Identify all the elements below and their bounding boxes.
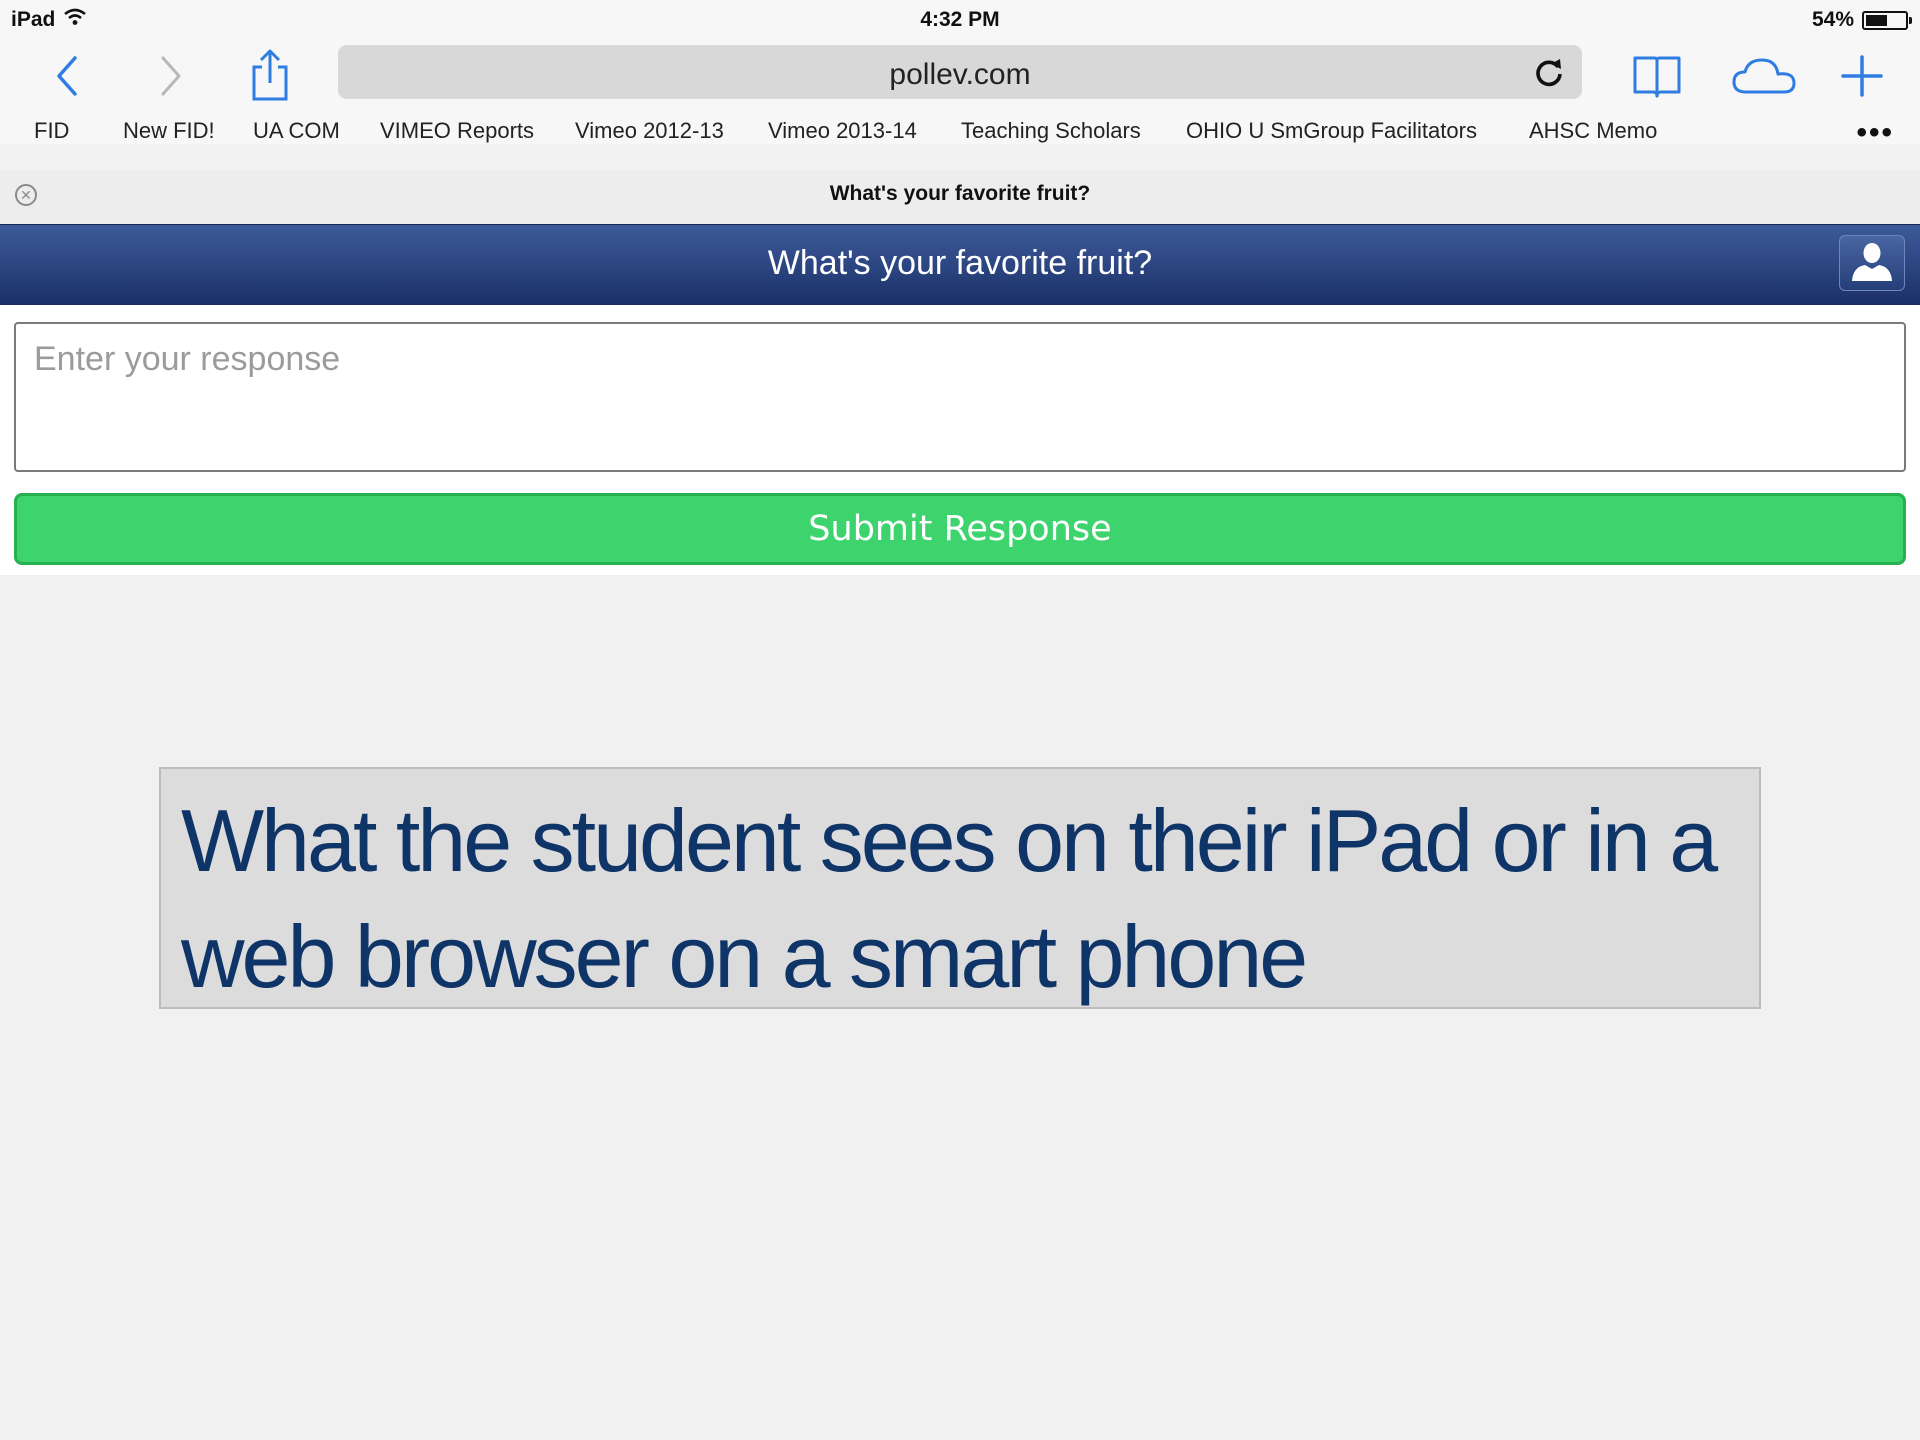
response-input[interactable] xyxy=(14,322,1906,472)
bookmark-item[interactable]: New FID! xyxy=(123,118,215,144)
status-time: 4:32 PM xyxy=(920,8,1000,31)
new-tab-plus-icon[interactable] xyxy=(1832,46,1892,106)
tab-strip: ✕ What's your favorite fruit? xyxy=(0,170,1920,224)
bookmark-item[interactable]: Vimeo 2013-14 xyxy=(768,118,917,144)
battery-percent: 54% xyxy=(1811,8,1854,31)
caption-box: What the student sees on their iPad or i… xyxy=(159,767,1761,1009)
person-icon xyxy=(1849,241,1895,286)
bookmark-item[interactable]: Vimeo 2012-13 xyxy=(575,118,724,144)
share-icon[interactable] xyxy=(240,46,300,106)
bookmark-item[interactable]: UA COM xyxy=(253,118,340,144)
response-form: Submit Response xyxy=(0,305,1920,575)
bookmark-item[interactable]: VIMEO Reports xyxy=(380,118,534,144)
bookmark-item[interactable]: AHSC Memo xyxy=(1529,118,1657,144)
poll-title: What's your favorite fruit? xyxy=(767,244,1153,282)
submit-response-button[interactable]: Submit Response xyxy=(14,493,1906,565)
status-bar: iPad 4:32 PM 54% xyxy=(0,0,1920,40)
back-chevron-icon[interactable] xyxy=(38,46,98,106)
more-bookmarks-icon[interactable]: ••• xyxy=(1856,116,1894,150)
battery-icon xyxy=(1862,10,1912,30)
bookmarks-book-icon[interactable] xyxy=(1627,46,1687,106)
forward-chevron-icon[interactable] xyxy=(140,46,200,106)
battery-level-fill xyxy=(1866,14,1887,26)
url-text: pollev.com xyxy=(889,58,1031,91)
browser-toolbar: pollev.com FID New FID! UA COM VIMEO Rep… xyxy=(0,40,1920,149)
reload-icon[interactable] xyxy=(1532,55,1566,89)
tab-title[interactable]: What's your favorite fruit? xyxy=(0,182,1920,206)
caption-text: What the student sees on their iPad or i… xyxy=(181,791,1718,1006)
bookmark-item[interactable]: FID xyxy=(34,118,69,144)
bookmark-item[interactable]: OHIO U SmGroup Facilitators xyxy=(1186,118,1477,144)
icloud-tabs-icon[interactable] xyxy=(1728,46,1800,106)
account-button[interactable] xyxy=(1839,235,1905,291)
address-bar[interactable]: pollev.com xyxy=(338,45,1582,99)
bookmarks-bar: FID New FID! UA COM VIMEO Reports Vimeo … xyxy=(0,116,1920,150)
poll-header: What's your favorite fruit? xyxy=(0,224,1920,306)
bookmark-item[interactable]: Teaching Scholars xyxy=(961,118,1141,144)
status-right: 54% xyxy=(1811,8,1912,32)
